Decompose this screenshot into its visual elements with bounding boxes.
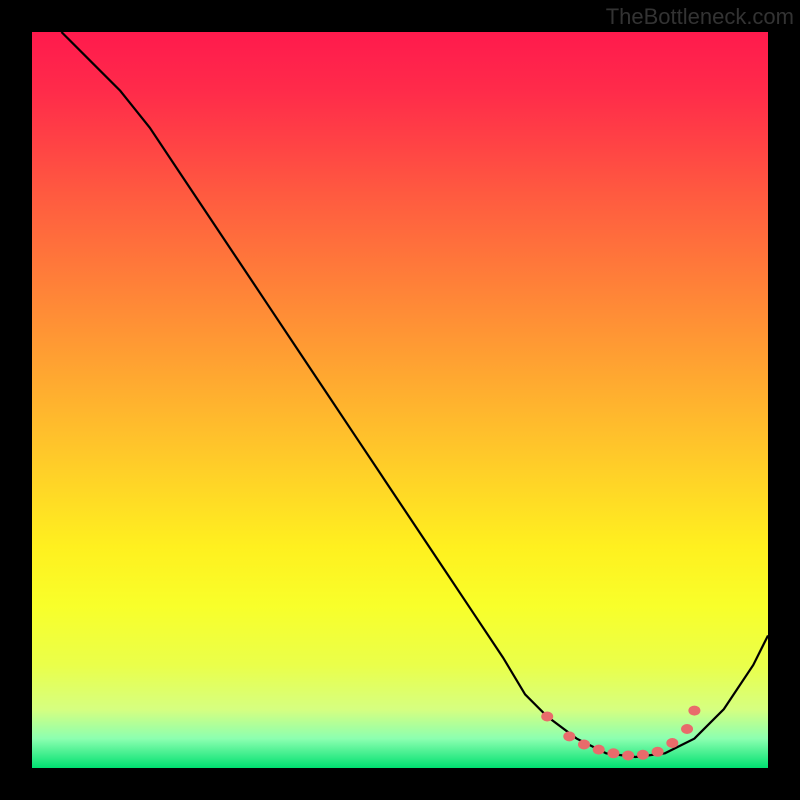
marker-dot	[541, 711, 553, 721]
main-curve	[61, 32, 768, 757]
marker-dot	[688, 706, 700, 716]
watermark-text: TheBottleneck.com	[606, 4, 794, 30]
marker-dot	[593, 745, 605, 755]
marker-dot	[652, 747, 664, 757]
marker-dot	[578, 739, 590, 749]
marker-dots	[541, 706, 700, 761]
marker-dot	[563, 731, 575, 741]
plot-area	[32, 32, 768, 768]
marker-dot	[666, 738, 678, 748]
marker-dot	[681, 724, 693, 734]
marker-dot	[637, 750, 649, 760]
marker-dot	[607, 748, 619, 758]
chart-container: TheBottleneck.com	[0, 0, 800, 800]
curve-layer	[32, 32, 768, 768]
marker-dot	[622, 750, 634, 760]
